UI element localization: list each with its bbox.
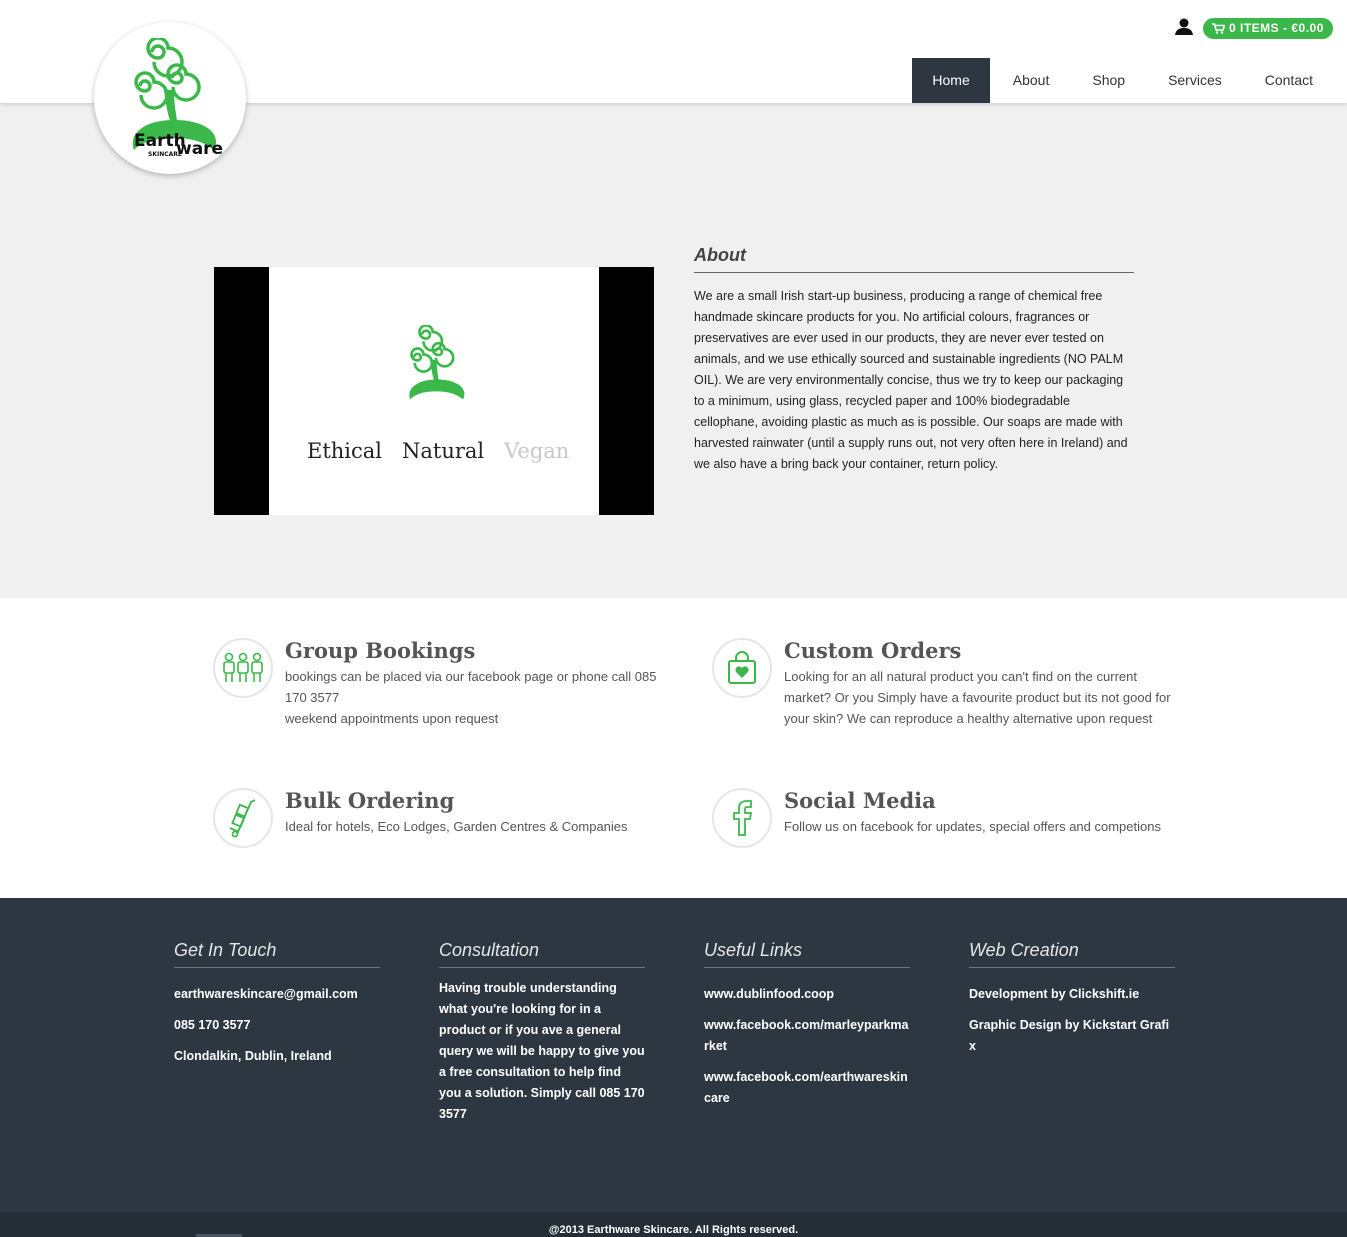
service-description: Follow us on facebook for updates, speci… [784,816,1174,837]
site-footer: Get In Touch earthwareskincare@gmail.com… [0,898,1347,1212]
footer-email-link[interactable]: earthwareskincare@gmail.com [174,984,380,1005]
footer-web-creation: Web Creation Development by Clickshift.i… [969,940,1175,1067]
footer-address: Clondalkin, Dublin, Ireland [174,1049,332,1063]
footer-link-marleypark[interactable]: www.facebook.com/marleyparkmarket [704,1015,910,1057]
about-body: We are a small Irish start-up business, … [694,289,1128,471]
footer-link-dublinfood[interactable]: www.dublinfood.coop [704,984,910,1005]
svg-text:ware: ware [176,139,223,158]
footer-consultation: Consultation Having trouble understandin… [439,940,645,1135]
footer-phone: 085 170 3577 [174,1018,251,1032]
service-title: Social Media [784,788,936,813]
footer-heading: Useful Links [704,940,910,968]
tag-ethical: Ethical [307,439,383,463]
service-title: Group Bookings [285,638,476,663]
service-line: bookings can be placed via our facebook … [285,669,657,705]
main-nav: Home About Shop Services Contact [909,58,1333,103]
video-logo-icon [409,325,465,400]
service-line: Looking for an all natural product you c… [784,669,1171,726]
user-icon[interactable] [1174,17,1194,37]
footer-consultation-text: Having trouble understanding what you're… [439,981,645,1121]
intro-video[interactable]: Ethical Natural Vegan [214,267,654,515]
video-frame: Ethical Natural Vegan [269,267,599,515]
site-logo[interactable]: Earth ware SKINCARE [94,22,246,174]
footer-link-clickshift[interactable]: Development by Clickshift.ie [969,984,1175,1005]
shopping-bag-heart-icon [712,638,772,698]
tag-vegan: Vegan [504,439,570,463]
nav-shop[interactable]: Shop [1072,58,1145,103]
footer-link-kickstart[interactable]: Graphic Design by Kickstart Grafix [969,1015,1175,1057]
nav-contact[interactable]: Contact [1245,58,1333,103]
nav-home[interactable]: Home [912,58,990,103]
service-line: Follow us on facebook for updates, speci… [784,819,1161,834]
video-tagline: Ethical Natural Vegan [307,439,570,463]
service-title: Bulk Ordering [285,788,455,813]
footer-link-facebook[interactable]: www.facebook.com/earthwareskincare [704,1067,910,1109]
copyright-text: @2013 Earthware Skincare. All Rights res… [548,1224,799,1236]
copyright-bar: @2013 Earthware Skincare. All Rights res… [0,1212,1347,1237]
service-line: Ideal for hotels, Eco Lodges, Garden Cen… [285,819,628,834]
svg-text:SKINCARE: SKINCARE [148,151,182,158]
cart-icon [1212,23,1225,34]
footer-heading: Get In Touch [174,940,380,968]
footer-get-in-touch: Get In Touch earthwareskincare@gmail.com… [174,940,380,1077]
earthware-logo-icon: Earth ware SKINCARE [132,38,223,158]
facebook-icon[interactable] [712,788,772,848]
cart-button[interactable]: 0 ITEMS - €0.00 [1203,18,1333,39]
about-section [0,103,1347,598]
footer-heading: Consultation [439,940,645,968]
service-line: weekend appointments upon request [285,711,499,726]
group-icon [213,638,273,698]
service-description: Looking for an all natural product you c… [784,666,1174,729]
service-description: Ideal for hotels, Eco Lodges, Garden Cen… [285,816,675,837]
nav-services[interactable]: Services [1148,58,1242,103]
cart-label: 0 ITEMS - €0.00 [1229,21,1324,35]
services-section: Group Bookings bookings can be placed vi… [0,598,1347,898]
hand-truck-icon [213,788,273,848]
nav-about[interactable]: About [993,58,1070,103]
tag-natural: Natural [402,439,485,463]
about-heading: About [694,245,1134,273]
footer-heading: Web Creation [969,940,1175,968]
service-title: Custom Orders [784,638,962,663]
footer-useful-links: Useful Links www.dublinfood.coop www.fac… [704,940,910,1119]
service-description: bookings can be placed via our facebook … [285,666,675,729]
